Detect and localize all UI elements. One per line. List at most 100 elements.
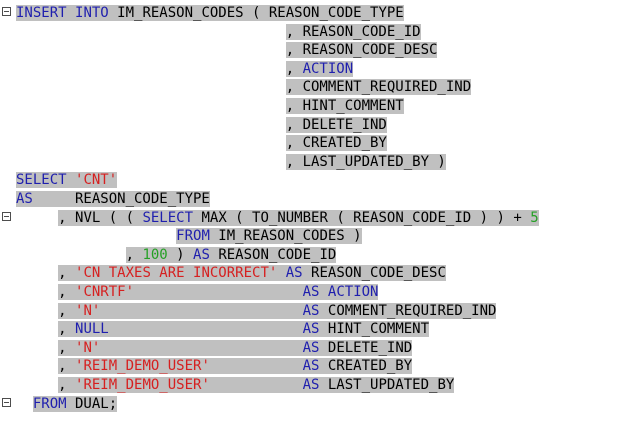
code-line[interactable]: , 'CN TAXES ARE INCORRECT' AS REASON_COD… bbox=[0, 264, 640, 283]
indent bbox=[16, 154, 286, 170]
selection-highlight: , NULL AS HINT_COMMENT bbox=[58, 321, 430, 338]
code-line[interactable]: , HINT_COMMENT bbox=[0, 97, 640, 116]
code-text: , NULL AS HINT_COMMENT bbox=[16, 320, 430, 339]
string-token: 'N' bbox=[75, 339, 101, 356]
keyword-token: SELECT bbox=[142, 209, 194, 226]
text-token: , bbox=[58, 302, 76, 319]
text-token: , LAST_UPDATED_BY ) bbox=[285, 153, 446, 170]
code-text: , 'REIM_DEMO_USER' AS CREATED_BY bbox=[16, 357, 413, 376]
fold-toggle-icon[interactable] bbox=[2, 397, 11, 407]
code-line[interactable]: , REASON_CODE_ID bbox=[0, 23, 640, 42]
text-token: , COMMENT_REQUIRED_IND bbox=[285, 79, 472, 96]
code-text: FROM IM_REASON_CODES ) bbox=[16, 227, 362, 246]
text-token: , bbox=[58, 265, 76, 282]
text-token: REASON_CODE_TYPE bbox=[32, 191, 210, 207]
keyword-token: FROM bbox=[176, 228, 210, 245]
code-line[interactable]: SELECT 'CNT' bbox=[0, 171, 640, 190]
fold-toggle-icon[interactable] bbox=[2, 7, 11, 16]
text-token: , bbox=[58, 284, 76, 300]
indent bbox=[16, 135, 286, 151]
keyword-token: AS bbox=[193, 246, 210, 263]
code-text: , REASON_CODE_ID bbox=[16, 23, 421, 42]
code-line[interactable]: , 'REIM_DEMO_USER' AS CREATED_BY bbox=[0, 357, 640, 376]
number-token: 100 bbox=[142, 246, 168, 263]
code-line[interactable]: , 'REIM_DEMO_USER' AS LAST_UPDATED_BY bbox=[0, 376, 640, 395]
code-line[interactable]: , LAST_UPDATED_BY ) bbox=[0, 153, 640, 172]
code-line[interactable]: , ACTION bbox=[0, 60, 640, 79]
selection-highlight: , REASON_CODE_DESC bbox=[285, 42, 438, 59]
code-text: , COMMENT_REQUIRED_IND bbox=[16, 78, 472, 97]
code-line[interactable]: , 'CNRTF' AS ACTION bbox=[0, 283, 640, 302]
code-text: , 'CNRTF' AS ACTION bbox=[16, 283, 379, 302]
indent bbox=[16, 228, 176, 244]
code-line[interactable]: , COMMENT_REQUIRED_IND bbox=[0, 78, 640, 97]
indent bbox=[16, 210, 58, 226]
string-token: 'CN TAXES ARE INCORRECT' bbox=[75, 265, 278, 282]
text-token: ) bbox=[167, 246, 194, 263]
code-text: , 'N' AS DELETE_IND bbox=[16, 339, 413, 358]
indent bbox=[16, 321, 58, 337]
keyword-token: AS bbox=[302, 321, 320, 338]
selection-highlight: , ACTION bbox=[285, 60, 354, 77]
selection-highlight: , 'CN TAXES ARE INCORRECT' AS REASON_COD… bbox=[58, 265, 446, 282]
keyword-token: AS bbox=[302, 377, 320, 393]
code-line[interactable]: AS REASON_CODE_TYPE bbox=[0, 190, 640, 209]
code-text: , DELETE_IND bbox=[16, 116, 387, 135]
code-line[interactable]: , NULL AS HINT_COMMENT bbox=[0, 320, 640, 339]
sql-editor[interactable]: INSERT INTO IM_REASON_CODES ( REASON_COD… bbox=[0, 0, 640, 428]
code-line[interactable]: FROM DUAL; bbox=[0, 395, 640, 414]
text-token: IM_REASON_CODES ( REASON_CODE_TYPE bbox=[108, 5, 404, 21]
code-text: FROM DUAL; bbox=[16, 395, 118, 414]
selection-highlight: FROM IM_REASON_CODES ) bbox=[176, 228, 362, 245]
selection-highlight: AS REASON_CODE_TYPE bbox=[16, 191, 210, 207]
selection-highlight: INSERT INTO IM_REASON_CODES ( REASON_COD… bbox=[16, 5, 404, 21]
keyword-token: ACTION bbox=[302, 60, 354, 77]
code-line[interactable]: , CREATED_BY bbox=[0, 134, 640, 153]
text-token: HINT_COMMENT bbox=[319, 321, 430, 338]
selection-highlight: , NVL ( ( SELECT MAX ( TO_NUMBER ( REASO… bbox=[58, 209, 539, 226]
indent bbox=[16, 42, 286, 58]
text-token: , bbox=[58, 377, 76, 393]
fold-toggle-icon[interactable] bbox=[2, 211, 11, 221]
indent bbox=[16, 265, 58, 281]
code-text: , ACTION bbox=[16, 60, 354, 79]
text-token: , bbox=[285, 60, 303, 77]
code-text: , HINT_COMMENT bbox=[16, 97, 404, 116]
keyword-token: AS bbox=[285, 265, 303, 282]
code-text: SELECT 'CNT' bbox=[16, 171, 118, 190]
code-line[interactable]: , 100 ) AS REASON_CODE_ID bbox=[0, 246, 640, 265]
keyword-token: SELECT bbox=[16, 172, 67, 189]
code-line[interactable]: , 'N' AS COMMENT_REQUIRED_IND bbox=[0, 302, 640, 321]
code-line[interactable]: , DELETE_IND bbox=[0, 116, 640, 135]
code-text: , 'CN TAXES ARE INCORRECT' AS REASON_COD… bbox=[16, 264, 446, 283]
selection-highlight: , CREATED_BY bbox=[285, 135, 387, 152]
text-token: DELETE_IND bbox=[319, 339, 413, 356]
code-line[interactable]: FROM IM_REASON_CODES ) bbox=[0, 227, 640, 246]
code-line[interactable]: , REASON_CODE_DESC bbox=[0, 41, 640, 60]
code-line[interactable]: , NVL ( ( SELECT MAX ( TO_NUMBER ( REASO… bbox=[0, 209, 640, 228]
text-token: MAX ( TO_NUMBER ( REASON_CODE_ID ) ) + bbox=[193, 209, 531, 226]
code-line[interactable]: , 'N' AS DELETE_IND bbox=[0, 339, 640, 358]
indent bbox=[16, 284, 58, 300]
code-text: , NVL ( ( SELECT MAX ( TO_NUMBER ( REASO… bbox=[16, 209, 539, 228]
code-line[interactable]: INSERT INTO IM_REASON_CODES ( REASON_COD… bbox=[0, 4, 640, 23]
text-token: , DELETE_IND bbox=[285, 116, 387, 133]
